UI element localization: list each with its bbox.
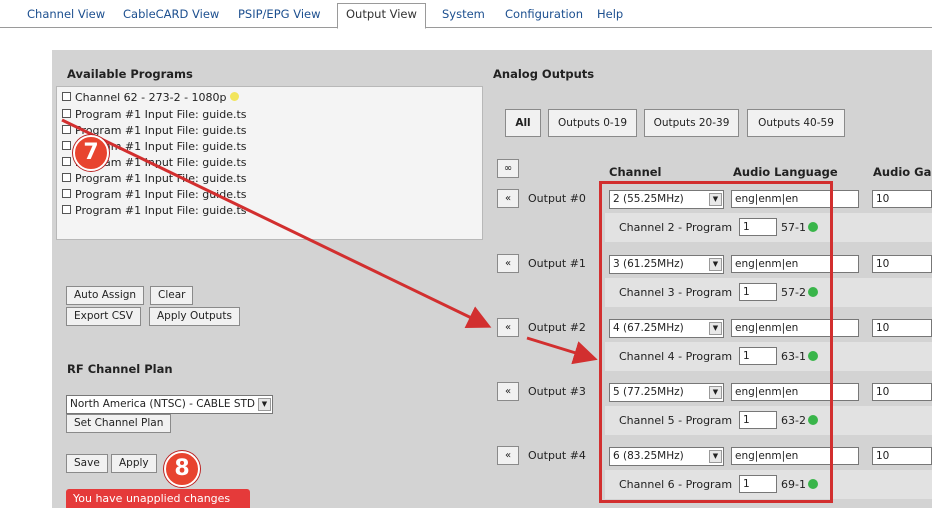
callout-badge-7: 7 — [73, 135, 109, 171]
callout-badge-8: 8 — [164, 451, 200, 487]
arrow-program-to-output — [61, 118, 492, 328]
annotation-arrows — [61, 118, 598, 365]
arrow-output-to-channel — [526, 336, 598, 365]
